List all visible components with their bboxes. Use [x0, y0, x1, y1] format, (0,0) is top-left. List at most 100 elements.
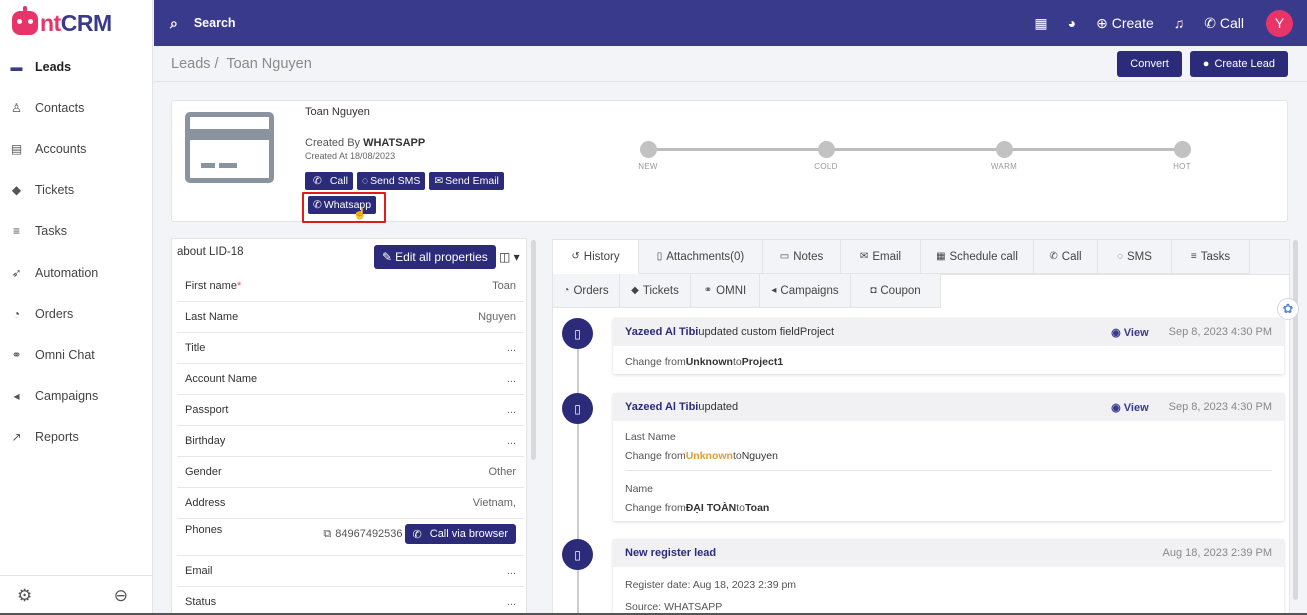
user-avatar[interactable]: Y	[1266, 9, 1293, 37]
orders-icon: ◔	[563, 285, 570, 296]
view-link[interactable]: ◉ View	[1111, 326, 1149, 339]
property-value[interactable]: ...	[507, 435, 516, 447]
edit-all-properties-label: Edit all properties	[395, 250, 488, 264]
lead-name: Toan Nguyen	[305, 106, 370, 118]
property-value[interactable]: ...	[507, 342, 516, 354]
properties-scrollbar[interactable]	[531, 240, 536, 460]
calendar-icon[interactable]: ▦	[1034, 15, 1047, 32]
tab-label: Notes	[793, 250, 824, 263]
property-value[interactable]: ...	[507, 373, 516, 385]
tab-sms[interactable]: ◌ SMS	[1098, 240, 1172, 274]
tab-label: Email	[872, 250, 902, 263]
property-key: Gender	[185, 466, 222, 478]
sidebar-item-reports[interactable]: ↗ Reports	[0, 417, 152, 458]
sidebar-item-label: Contacts	[35, 100, 85, 115]
breadcrumb-leads[interactable]: Leads	[171, 56, 211, 72]
stage-hot[interactable]: HOT	[1152, 141, 1212, 171]
settings-gear-icon[interactable]: ⚙	[17, 586, 32, 606]
tab-attachments[interactable]: ▯ Attachments(0)	[639, 240, 763, 274]
sidebar-item-automation[interactable]: ➶ Automation	[0, 252, 152, 293]
columns-dropdown-icon[interactable]: ◫ ▾	[499, 250, 520, 264]
pencil-icon: ✎	[382, 250, 393, 264]
property-row[interactable]: Birthday...	[177, 426, 524, 457]
sidebar-item-omni-chat[interactable]: ⚭ Omni Chat	[0, 334, 152, 375]
search-label: Search	[193, 16, 236, 30]
property-row[interactable]: First name* Toan	[177, 271, 524, 302]
tab-tickets[interactable]: ◆ Tickets	[620, 274, 691, 308]
property-row[interactable]: Address Vietnam,	[177, 488, 524, 519]
property-row[interactable]: Status...	[177, 587, 524, 614]
pie-chart-icon[interactable]: ◕	[1068, 15, 1076, 31]
history-entry: New register lead Aug 18, 2023 2:39 PM R…	[613, 539, 1284, 614]
hand-cursor-icon: ☝	[353, 208, 367, 220]
phone-icon: ✆	[412, 528, 422, 541]
create-button[interactable]: ⊕ Create	[1096, 15, 1154, 32]
tab-history[interactable]: ↺ History	[553, 240, 639, 274]
convert-button[interactable]: Convert	[1117, 50, 1182, 77]
property-row[interactable]: Account Name...	[177, 364, 524, 395]
collapse-sidebar-icon[interactable]: ⊖	[114, 586, 128, 606]
send-email-button[interactable]: ✉ Send Email	[429, 172, 504, 190]
property-key: Phones	[185, 524, 223, 536]
stage-warm[interactable]: WARM	[974, 141, 1034, 171]
activity-scrollbar[interactable]	[1293, 240, 1298, 600]
tab-schedule-call[interactable]: ▦ Schedule call	[921, 240, 1034, 274]
tab-notes[interactable]: ▭ Notes	[763, 240, 841, 274]
tab-omni[interactable]: ⚭ OMNI	[691, 274, 760, 308]
sidebar-item-orders[interactable]: ◔ Orders	[0, 293, 152, 334]
created-by: Created By WHATSAPP	[305, 137, 425, 149]
tab-email[interactable]: ✉ Email	[841, 240, 921, 274]
history-title: New register lead	[625, 547, 717, 559]
stage-new[interactable]: NEW	[618, 141, 678, 171]
history-time: Sep 8, 2023 4:30 PM	[1168, 401, 1272, 413]
search-box[interactable]: ⌕ Search	[154, 15, 236, 32]
property-value[interactable]: Other	[488, 466, 516, 478]
tab-call[interactable]: ✆ Call	[1034, 240, 1098, 274]
call-button[interactable]: ✆ Call	[1204, 15, 1244, 32]
sidebar-item-tasks[interactable]: ≡ Tasks	[0, 211, 152, 252]
property-row[interactable]: Passport...	[177, 395, 524, 426]
plus-circle-icon: ●	[1202, 57, 1210, 70]
tab-label: Tickets	[642, 284, 679, 297]
send-sms-button[interactable]: ◌ Send SMS	[356, 172, 426, 190]
property-row[interactable]: Email...	[177, 556, 524, 587]
attachments-icon: ▯	[656, 251, 663, 262]
call-via-browser-label: Call via browser	[429, 528, 508, 540]
stage-cold[interactable]: COLD	[796, 141, 856, 171]
property-value[interactable]: Nguyen	[478, 311, 516, 323]
property-value[interactable]: Toan	[492, 280, 516, 292]
schedule-call-icon: ▦	[936, 251, 946, 262]
property-value[interactable]: Vietnam,	[473, 497, 516, 509]
tab-tasks[interactable]: ≡ Tasks	[1172, 240, 1250, 274]
property-value[interactable]: ...	[507, 565, 516, 577]
sidebar-item-tickets[interactable]: ◆ Tickets	[0, 170, 152, 211]
edit-all-properties-button[interactable]: ✎ Edit all properties	[374, 245, 496, 269]
call-icon: ✆	[1049, 251, 1058, 262]
notification-bell-icon[interactable]: ♫	[1174, 15, 1185, 31]
call-via-browser-button[interactable]: ✆ Call via browser	[404, 524, 516, 544]
view-link[interactable]: ◉ View	[1111, 401, 1149, 414]
tab-campaigns[interactable]: ◂ Campaigns	[760, 274, 851, 308]
tab-orders[interactable]: ◔ Orders	[553, 274, 620, 308]
property-value[interactable]: ...	[507, 404, 516, 416]
sms-icon: ◌	[1117, 251, 1124, 262]
property-row[interactable]: Gender Other	[177, 457, 524, 488]
assistant-float-icon[interactable]: ✿	[1277, 298, 1299, 320]
property-row[interactable]: Last Name Nguyen	[177, 302, 524, 333]
sidebar-item-accounts[interactable]: ▤ Accounts	[0, 128, 152, 169]
property-value[interactable]: ...	[507, 596, 516, 608]
app-logo[interactable]: nt CRM	[0, 0, 152, 46]
sidebar-item-contacts[interactable]: ♙ Contacts	[0, 87, 152, 128]
create-lead-button[interactable]: ● Create Lead	[1189, 50, 1288, 77]
history-user[interactable]: Yazeed Al Tibi	[625, 326, 698, 338]
lead-header-card: Toan Nguyen Created By WHATSAPP Created …	[171, 100, 1288, 223]
history-user[interactable]: Yazeed Al Tibi	[625, 401, 698, 413]
copy-icon[interactable]: ⧉	[323, 528, 331, 541]
sidebar-item-leads[interactable]: ▬ Leads	[0, 46, 152, 87]
property-row[interactable]: Title...	[177, 333, 524, 364]
sidebar-item-label: Omni Chat	[35, 347, 95, 362]
tab-coupon[interactable]: ◘ Coupon	[851, 274, 941, 308]
lead-call-button[interactable]: ✆ Call	[305, 172, 353, 190]
history-change: Change from Unknown to Nguyen	[625, 449, 778, 462]
sidebar-item-campaigns[interactable]: ◂ Campaigns	[0, 376, 152, 417]
